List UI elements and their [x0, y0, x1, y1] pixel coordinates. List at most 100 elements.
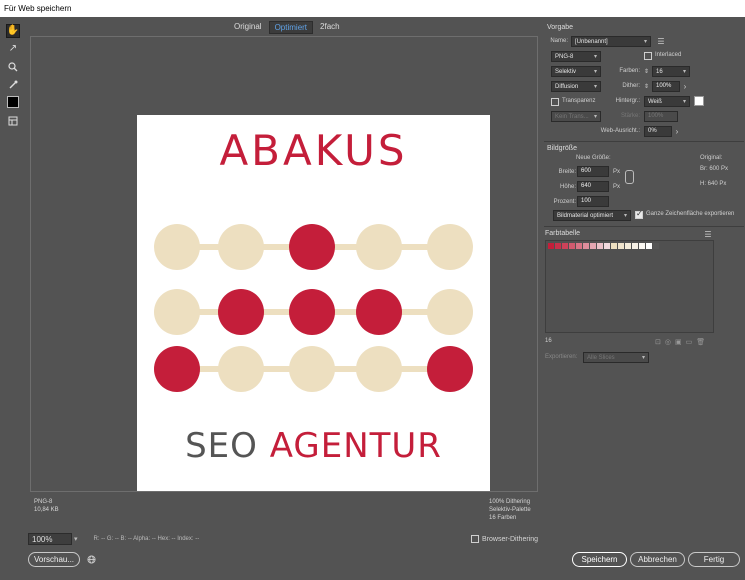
chevron-right-icon[interactable]: › — [680, 81, 690, 91]
preset-section-label: Vorgabe — [547, 24, 574, 31]
color-swatch[interactable] — [562, 243, 568, 249]
color-swatch[interactable] — [653, 243, 659, 249]
color-table[interactable] — [545, 240, 714, 333]
abacus-bead — [154, 224, 200, 270]
color-swatch[interactable] — [618, 243, 624, 249]
zoom-icon[interactable] — [6, 60, 20, 74]
percent-input[interactable]: 100 — [577, 196, 609, 207]
dither-stepper[interactable]: ⇕ — [643, 81, 650, 92]
slice-select-icon[interactable]: ↗ — [6, 42, 20, 56]
matte-label: Hintergr.: — [615, 98, 640, 104]
preview-button[interactable]: Vorschau... — [28, 552, 80, 567]
transparency-checkbox[interactable] — [551, 98, 559, 106]
hand-icon[interactable]: ✋ — [6, 24, 20, 38]
color-swatch[interactable] — [597, 243, 603, 249]
color-count: 16 — [545, 338, 552, 344]
colors-info: 16 Farben — [489, 515, 517, 521]
matte-select[interactable]: Weiß ▾ — [644, 96, 690, 107]
dither-algorithm-select[interactable]: Diffusion ▾ — [551, 81, 601, 92]
color-swatch[interactable] — [611, 243, 617, 249]
chevron-down-icon[interactable]: ▾ — [74, 535, 78, 543]
browser-dithering-option[interactable]: Browser-Dithering — [471, 535, 538, 543]
logo-subtitle: SEO AGENTUR — [137, 426, 490, 466]
globe-icon[interactable] — [87, 555, 96, 566]
eyedropper-icon[interactable] — [6, 78, 20, 92]
reduction-select[interactable]: Selektiv ▾ — [551, 66, 601, 77]
format-value: PNG-8 — [555, 53, 574, 60]
color-swatch[interactable] — [590, 243, 596, 249]
colors-value: 16 — [656, 68, 663, 75]
new-color-icon[interactable]: ▭ — [686, 338, 693, 346]
color-swatch[interactable] — [632, 243, 638, 249]
dither-input[interactable]: 100% — [652, 81, 680, 92]
zoom-value: 100% — [32, 534, 53, 544]
done-button[interactable]: Fertig — [688, 552, 740, 567]
link-icon[interactable] — [625, 170, 634, 184]
filesize-info: 10,84 KB — [34, 507, 59, 513]
reduction-value: Selektiv — [555, 68, 577, 75]
preset-name-label: Name: — [550, 38, 568, 44]
abacus-bead — [289, 224, 335, 270]
format-info: PNG-8 — [34, 499, 53, 505]
width-input[interactable]: 600 — [577, 166, 609, 177]
zoom-select[interactable]: 100% — [28, 533, 72, 545]
abacus-bead — [356, 289, 402, 335]
map-color-icon[interactable]: ⊡ — [655, 338, 661, 346]
original-size-label: Original: — [700, 155, 723, 161]
preview-canvas[interactable]: ABAKUS SEO AGENTUR — [30, 36, 538, 492]
quality-select[interactable]: Bildmaterial optimiert ▾ — [553, 210, 631, 221]
save-button[interactable]: Speichern — [572, 552, 627, 567]
section-divider — [544, 141, 744, 142]
interlaced-checkbox[interactable] — [644, 52, 652, 60]
width-label: Breite: — [558, 169, 576, 175]
delete-color-icon[interactable]: 🗑 — [696, 338, 705, 346]
window-title: Für Web speichern — [0, 0, 745, 17]
new-size-label: Neue Größe: — [576, 155, 611, 161]
color-swatch[interactable] — [604, 243, 610, 249]
preset-name-select[interactable]: [Unbenannt] ▾ — [571, 36, 651, 47]
color-swatch[interactable] — [646, 243, 652, 249]
color-readouts: R: -- G: -- B: -- Alpha: -- Hex: -- Inde… — [93, 536, 200, 542]
menu-icon[interactable]: ☰ — [656, 36, 666, 46]
color-swatch[interactable] — [639, 243, 645, 249]
color-swatch[interactable] — [548, 243, 554, 249]
abacus-bead — [218, 289, 264, 335]
matte-color-swatch[interactable] — [694, 96, 704, 106]
tab-2up[interactable]: 2fach — [315, 21, 345, 34]
abacus-bead — [427, 346, 473, 392]
web-shift-icon[interactable]: ◎ — [665, 338, 671, 346]
format-select[interactable]: PNG-8 ▾ — [551, 51, 601, 62]
colors-select[interactable]: 16 ▾ — [652, 66, 690, 77]
status-bar: 100% ▾ R: -- G: -- B: -- Alpha: -- Hex: … — [28, 532, 199, 546]
tab-optimized[interactable]: Optimiert — [268, 21, 314, 34]
color-swatch[interactable] — [576, 243, 582, 249]
export-value: Alle Slices — [587, 354, 615, 361]
colors-label: Farben: — [619, 68, 640, 74]
chevron-down-icon: ▾ — [682, 69, 686, 75]
export-label: Exportieren: — [545, 354, 578, 360]
lock-color-icon[interactable]: ▣ — [675, 338, 682, 346]
color-swatch[interactable] — [625, 243, 631, 249]
browser-dithering-checkbox[interactable] — [471, 535, 479, 543]
original-height: H: 640 Px — [700, 181, 727, 187]
logo-subtitle-seo: SEO — [185, 426, 258, 466]
chevron-down-icon: ▾ — [682, 99, 686, 105]
color-swatch[interactable] — [569, 243, 575, 249]
colors-stepper[interactable]: ⇕ — [643, 66, 650, 77]
clip-artboard-label: Ganze Zeichenfläche exportieren — [646, 211, 735, 217]
cancel-button[interactable]: Abbrechen — [630, 552, 685, 567]
color-table-menu-icon[interactable]: ☰ — [703, 229, 713, 239]
tab-original[interactable]: Original — [229, 21, 267, 34]
abacus-bead — [289, 289, 335, 335]
chevron-right-icon[interactable]: › — [672, 126, 682, 136]
eyedropper-color-swatch[interactable] — [7, 96, 19, 108]
quality-value: Bildmaterial optimiert — [557, 212, 614, 219]
toggle-slices-icon[interactable] — [6, 114, 20, 128]
transparency-label: Transparenz — [562, 98, 596, 104]
height-input[interactable]: 640 — [577, 181, 609, 192]
clip-artboard-checkbox[interactable] — [635, 209, 643, 219]
color-swatch[interactable] — [555, 243, 561, 249]
abacus-bead — [218, 224, 264, 270]
websnap-input[interactable]: 0% — [644, 126, 672, 137]
color-swatch[interactable] — [583, 243, 589, 249]
